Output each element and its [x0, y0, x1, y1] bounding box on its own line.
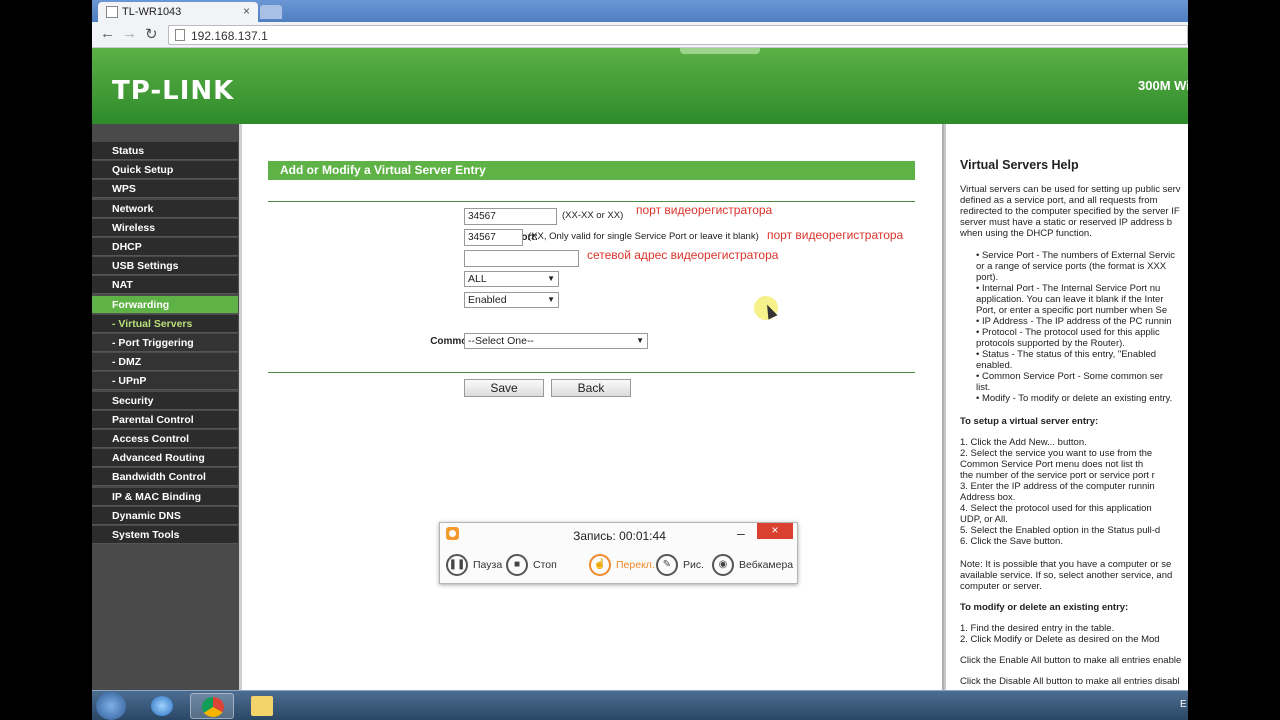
menu-item-security[interactable]: Security — [92, 391, 238, 410]
header-notch — [680, 48, 760, 54]
internal-port-note: порт видеорегистратора — [767, 228, 904, 242]
webcam-icon: ◉ — [712, 554, 734, 576]
common-service-port-select[interactable]: --Select One-- ▼ — [464, 333, 648, 349]
menu-item-dmz[interactable]: - DMZ — [92, 353, 238, 372]
help-disable-all: Click the Disable All button to make all… — [960, 676, 1180, 687]
service-port-hint: (XX-XX or XX) — [562, 210, 624, 221]
menu-item-ip-mac-binding[interactable]: IP & MAC Binding — [92, 487, 238, 506]
arrow-left-icon[interactable]: ← — [100, 25, 115, 42]
router-header: TP-LINK 300M Wi — [92, 48, 1188, 124]
ip-address-note: сетевой адрес видеорегистратора — [587, 248, 779, 262]
divider — [268, 201, 915, 202]
menu-item-dhcp[interactable]: DHCP — [92, 238, 238, 256]
page-icon — [175, 29, 185, 41]
internal-port-input[interactable]: 34567 — [464, 229, 523, 246]
switch-label: Перекл. — [616, 559, 655, 571]
pause-label: Пауза — [473, 559, 503, 571]
menu-item-port-triggering[interactable]: - Port Triggering — [92, 334, 238, 352]
protocol-select[interactable]: ALL ▼ — [464, 271, 559, 287]
menu-item-quick-setup[interactable]: Quick Setup — [92, 161, 238, 180]
chevron-down-icon: ▼ — [547, 295, 555, 304]
menu-item-forwarding[interactable]: Forwarding — [92, 295, 238, 314]
menu-item-nat[interactable]: NAT — [92, 276, 238, 295]
chevron-down-icon: ▼ — [636, 336, 644, 345]
menu-item-system-tools[interactable]: System Tools — [92, 526, 238, 544]
draw-label: Рис. — [683, 559, 705, 571]
ip-address-input[interactable] — [464, 250, 579, 267]
tray-language: E — [1180, 699, 1187, 710]
service-port-note: порт видеорегистратора — [636, 203, 773, 217]
help-setup-steps: 1. Click the Add New... button. 2. Selec… — [960, 437, 1161, 547]
service-port-input[interactable]: 34567 — [464, 208, 557, 225]
stop-label: Стоп — [533, 559, 557, 571]
menu-item-advanced-routing[interactable]: Advanced Routing — [92, 449, 238, 468]
menu-item-dynamic-dns[interactable]: Dynamic DNS — [92, 506, 238, 525]
help-modify-steps: 1. Find the desired entry in the table. … — [960, 623, 1160, 645]
help-modify-heading: To modify or delete an existing entry: — [960, 602, 1129, 613]
pause-icon: ❚❚ — [446, 554, 468, 576]
menu-item-network[interactable]: Network — [92, 199, 238, 218]
section-title: Add or Modify a Virtual Server Entry — [268, 161, 915, 180]
page-icon — [106, 6, 118, 18]
status-value: Enabled — [468, 294, 507, 306]
help-intro: Virtual servers can be used for setting … — [960, 184, 1181, 239]
screen-recorder-panel: Запись: 00:01:44 – × ❚❚ Пауза ■ Стоп ☝ П… — [439, 522, 798, 584]
menu-item-upnp[interactable]: - UPnP — [92, 372, 238, 391]
new-tab-button[interactable] — [260, 5, 282, 19]
left-menu: Status Quick Setup WPS Network Wireless DHCP U… — [92, 124, 242, 690]
browser-tab[interactable]: TL-WR1043 × — [98, 2, 258, 22]
menu-item-bandwidth-control[interactable]: Bandwidth Control — [92, 468, 238, 487]
browser-toolbar: ← → ↻ 192.168.137.1 — [92, 22, 1188, 48]
tab-title: TL-WR1043 — [122, 6, 182, 18]
chrome-icon[interactable] — [190, 693, 234, 719]
windows-start-icon[interactable] — [96, 692, 126, 720]
model-name: 300M Wi — [1138, 78, 1188, 93]
stop-icon: ■ — [506, 554, 528, 576]
back-button[interactable]: Back — [551, 379, 631, 397]
url-text: 192.168.137.1 — [191, 29, 268, 43]
menu-item-virtual-servers[interactable]: - Virtual Servers — [92, 314, 238, 333]
close-button[interactable]: × — [757, 523, 793, 539]
menu-item-access-control[interactable]: Access Control — [92, 430, 238, 448]
tp-link-logo: TP-LINK — [112, 76, 235, 106]
menu-item-parental-control[interactable]: Parental Control — [92, 410, 238, 429]
help-title: Virtual Servers Help — [960, 158, 1079, 172]
menu-item-usb-settings[interactable]: USB Settings — [92, 257, 238, 276]
help-note: Note: It is possible that you have a com… — [960, 559, 1173, 592]
reload-icon[interactable]: ↻ — [145, 25, 158, 43]
tab-close-icon[interactable]: × — [243, 4, 250, 18]
screen: TL-WR1043 × ← → ↻ 192.168.137.1 TP-LINK … — [92, 0, 1188, 720]
menu-item-wireless[interactable]: Wireless — [92, 218, 238, 237]
pencil-icon: ✎ — [656, 554, 678, 576]
help-panel: Virtual Servers Help Virtual servers can… — [944, 124, 1188, 690]
help-setup-heading: To setup a virtual server entry: — [960, 416, 1099, 427]
address-bar[interactable]: 192.168.137.1 — [168, 25, 1188, 45]
common-service-port-value: --Select One-- — [468, 335, 534, 347]
webcam-label: Вебкамера — [739, 559, 794, 571]
protocol-value: ALL — [468, 273, 487, 285]
main-content: Add or Modify a Virtual Server Entry Ser… — [242, 124, 944, 690]
minimize-button[interactable]: – — [737, 525, 745, 541]
help-enable-all: Click the Enable All button to make all … — [960, 655, 1182, 666]
chevron-down-icon: ▼ — [547, 274, 555, 283]
arrow-right-icon[interactable]: → — [122, 25, 137, 42]
save-button[interactable]: Save — [464, 379, 544, 397]
status-select[interactable]: Enabled ▼ — [464, 292, 559, 308]
tab-strip: TL-WR1043 × — [92, 0, 1188, 22]
folder-icon[interactable] — [240, 693, 284, 719]
recording-time: Запись: 00:01:44 — [573, 529, 666, 543]
internet-explorer-icon[interactable] — [140, 693, 184, 719]
internal-port-hint: (XX, Only valid for single Service Port … — [528, 231, 759, 242]
menu-item-wps[interactable]: WPS — [92, 180, 238, 199]
help-bullets: • Service Port - The numbers of External… — [976, 250, 1176, 404]
divider — [268, 372, 915, 373]
hand-pointer-icon: ☝ — [589, 554, 611, 576]
menu-item-status[interactable]: Status — [92, 142, 238, 160]
taskbar: E — [92, 690, 1188, 720]
